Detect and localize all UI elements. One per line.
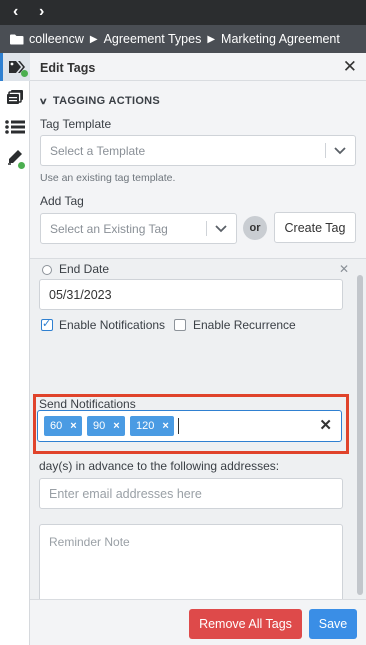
- add-tag-label: Add Tag: [40, 194, 84, 208]
- chip-label: 120: [136, 420, 155, 432]
- chevron-down-icon: [334, 147, 346, 155]
- remove-chip-icon[interactable]: ×: [70, 420, 76, 432]
- notification-chip[interactable]: 90 ×: [87, 416, 125, 436]
- enable-recurrence-checkbox[interactable]: [174, 319, 186, 331]
- chevron-down-icon: ∨: [38, 96, 49, 106]
- end-date-label: End Date: [59, 262, 110, 276]
- advance-text: day(s) in advance to the following addre…: [39, 459, 280, 473]
- rail-tags-button[interactable]: [0, 53, 30, 81]
- remove-chip-icon[interactable]: ×: [113, 420, 119, 432]
- stacked-documents-icon: [7, 90, 23, 104]
- email-input[interactable]: Enter email addresses here: [39, 478, 343, 509]
- end-date-radio[interactable]: [42, 265, 52, 275]
- tag-template-placeholder: Select a Template: [50, 144, 146, 158]
- tag-template-label: Tag Template: [40, 117, 112, 131]
- panel-header: Edit Tags ✕: [30, 53, 366, 81]
- end-date-input[interactable]: 05/31/2023: [39, 279, 343, 310]
- remove-chip-icon[interactable]: ×: [162, 420, 168, 432]
- chevron-right-icon[interactable]: ›: [39, 3, 44, 21]
- section-title: TAGGING ACTIONS: [52, 95, 161, 107]
- tagging-actions-toggle[interactable]: ∨ TAGGING ACTIONS: [38, 95, 161, 107]
- panel-title: Edit Tags: [40, 61, 96, 75]
- breadcrumb-separator-icon: ▶: [207, 33, 216, 45]
- checkmark-icon: ✓: [42, 318, 52, 330]
- list-icon: [5, 120, 25, 134]
- text-cursor: [178, 418, 179, 434]
- top-nav-bar: ‹ ›: [0, 0, 366, 25]
- notification-chip[interactable]: 120 ×: [130, 416, 174, 436]
- close-icon[interactable]: ✕: [343, 58, 357, 75]
- breadcrumb-item-agreement-types[interactable]: Agreement Types: [104, 32, 202, 46]
- send-notifications-label: Send Notifications: [39, 397, 136, 411]
- save-button[interactable]: Save: [309, 609, 357, 639]
- breadcrumb-separator-icon: ▶: [89, 33, 98, 45]
- remove-all-tags-button[interactable]: Remove All Tags: [189, 609, 302, 639]
- email-placeholder: Enter email addresses here: [49, 487, 202, 501]
- remove-end-date-icon[interactable]: ✕: [339, 262, 349, 276]
- edit-tags-panel: Edit Tags ✕ ∨ TAGGING ACTIONS Tag Templat…: [30, 53, 366, 645]
- existing-tag-placeholder: Select an Existing Tag: [50, 222, 168, 236]
- select-divider: [325, 143, 326, 158]
- end-date-value: 05/31/2023: [49, 288, 112, 302]
- chevron-down-icon: [215, 225, 227, 233]
- breadcrumb-item-marketing-agreement[interactable]: Marketing Agreement: [221, 32, 340, 46]
- chip-label: 90: [93, 420, 106, 432]
- chevron-left-icon[interactable]: ‹: [13, 3, 18, 21]
- rail-sign-button[interactable]: [0, 143, 30, 171]
- notification-chip[interactable]: 60 ×: [44, 416, 82, 436]
- enable-notifications-checkbox[interactable]: ✓: [41, 318, 53, 331]
- status-dot: [18, 162, 25, 169]
- rail-documents-button[interactable]: [0, 83, 30, 111]
- breadcrumb: colleencw ▶ Agreement Types ▶ Marketing …: [0, 25, 366, 53]
- select-divider: [206, 221, 207, 236]
- breadcrumb-item-user[interactable]: colleencw: [29, 32, 84, 46]
- folder-icon: [10, 34, 24, 44]
- tag-details-scroll-area[interactable]: End Date ✕ 05/31/2023 ✓ Enable Notificat…: [30, 258, 366, 600]
- clear-all-icon[interactable]: ✕: [319, 416, 332, 434]
- scrollbar[interactable]: [357, 275, 363, 595]
- enable-recurrence-label: Enable Recurrence: [193, 318, 296, 332]
- chip-label: 60: [50, 420, 63, 432]
- side-rail: [0, 53, 30, 645]
- or-badge: or: [243, 216, 267, 240]
- tag-template-hint: Use an existing tag template.: [40, 172, 176, 184]
- notification-days-input[interactable]: 60 × 90 × 120 × ✕: [37, 410, 342, 442]
- existing-tag-select[interactable]: Select an Existing Tag: [40, 213, 237, 244]
- reminder-note-textarea[interactable]: Reminder Note: [39, 524, 343, 599]
- create-tag-button[interactable]: Create Tag: [274, 212, 356, 243]
- tag-template-select[interactable]: Select a Template: [40, 135, 356, 166]
- rail-list-button[interactable]: [0, 113, 30, 141]
- reminder-note-placeholder: Reminder Note: [49, 535, 130, 549]
- status-dot: [21, 70, 28, 77]
- enable-notifications-label: Enable Notifications: [59, 318, 166, 332]
